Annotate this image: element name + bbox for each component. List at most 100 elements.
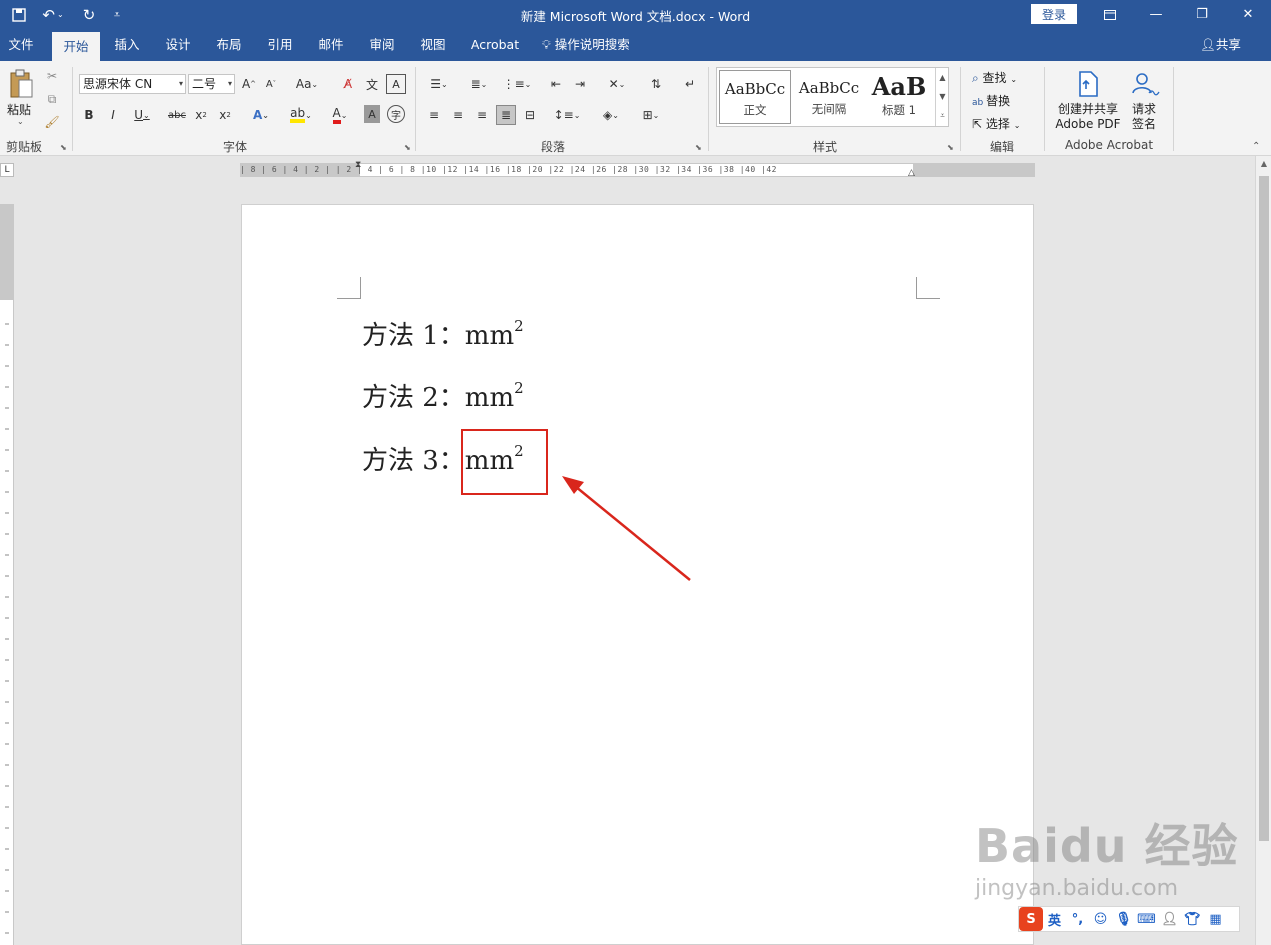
scroll-up-icon[interactable]: ▲ [1256,159,1271,168]
phonetic-guide-icon[interactable]: 文 [362,74,382,94]
indent-marker-icon[interactable]: ⧗ [355,160,361,170]
share-button[interactable]: 👤︎共享 [1200,29,1241,61]
styles-gallery: AaBbCc 正文 AaBbCc 无间隔 AaB 标题 1 ▲ ▼ ⩡ [716,67,949,127]
vertical-scrollbar[interactable]: ▲ [1255,156,1271,945]
decrease-indent-icon[interactable]: ⇤ [546,74,566,94]
shrink-font-icon[interactable]: Aˇ [262,74,280,94]
ime-mode-toggle[interactable]: 英 [1043,907,1066,931]
increase-indent-icon[interactable]: ⇥ [570,74,590,94]
chinese-layout-icon[interactable]: ✕ ⌄ [602,74,632,94]
style-heading-1[interactable]: AaB 标题 1 [863,70,935,124]
document-line-2[interactable]: 方法 2：mm2 [362,377,524,414]
superscript-icon[interactable]: x2 [216,105,234,125]
find-button[interactable]: ⌕ 查找 ⌄ [972,69,1017,86]
text-effects-icon[interactable]: A ⌄ [246,105,276,125]
bold-icon[interactable]: B [80,105,98,125]
tab-mailings[interactable]: 邮件 [308,29,354,61]
grow-font-icon[interactable]: A ^ [240,74,258,94]
keyboard-icon[interactable]: ⌨ [1135,907,1158,931]
punctuation-icon[interactable]: °, [1066,907,1089,931]
vertical-ruler[interactable] [0,204,14,945]
ribbon-display-options-icon[interactable] [1087,0,1133,29]
tab-acrobat[interactable]: Acrobat [462,29,528,61]
sogou-logo-icon[interactable]: S [1019,907,1043,931]
sort-icon[interactable]: ⇅ [646,74,666,94]
styles-launcher-icon[interactable]: ⬊ [947,143,954,152]
tab-layout[interactable]: 布局 [206,29,252,61]
document-line-1[interactable]: 方法 1：mm2 [362,315,524,352]
style-normal[interactable]: AaBbCc 正文 [719,70,791,124]
customize-qat-icon[interactable]: ⩡ [104,0,130,29]
user-icon[interactable]: 👤︎ [1158,907,1181,931]
tell-me-search[interactable]: 💡︎ 操作说明搜索 [542,29,654,61]
distributed-icon[interactable]: ⊟ [520,105,540,125]
tab-insert[interactable]: 插入 [104,29,150,61]
format-painter-icon[interactable]: 🖌︎ [44,113,60,131]
collapse-ribbon-icon[interactable]: ⌃ [1252,141,1260,152]
italic-icon[interactable]: I [104,105,122,125]
clipboard-launcher-icon[interactable]: ⬊ [60,143,67,152]
document-page[interactable]: 方法 1：mm2 方法 2：mm2 方法 3：mm2 [241,204,1034,945]
right-indent-marker-icon[interactable]: △ [908,168,915,178]
close-icon[interactable]: ✕ [1225,0,1271,29]
copy-icon[interactable]: ⧉ [44,90,60,108]
enclose-characters-icon[interactable]: 字 [387,105,405,123]
numbering-icon[interactable]: ≣ ⌄ [464,74,494,94]
save-icon[interactable] [6,0,32,29]
replace-icon: ab [972,98,987,108]
microphone-icon[interactable]: 🎙︎ [1112,907,1135,931]
paste-button[interactable]: 粘贴 [7,101,31,118]
select-button[interactable]: ⇱ 选择 ⌄ [972,115,1020,132]
redo-icon[interactable]: ↻ [76,0,102,29]
tab-file[interactable]: 文件 [0,29,42,61]
multilevel-list-icon[interactable]: ⋮≡ ⌄ [502,74,532,94]
font-name-select[interactable]: 思源宋体 CN ▾ [79,74,186,94]
tab-view[interactable]: 视图 [410,29,456,61]
undo-icon[interactable]: ↶ ⌄ [36,0,70,29]
align-center-icon[interactable]: ≡ [448,105,468,125]
tab-home[interactable]: 开始 [52,32,100,61]
strikethrough-icon[interactable]: abc [166,105,188,125]
show-marks-icon[interactable]: ↵ [680,74,700,94]
restore-icon[interactable]: ❐ [1179,0,1225,29]
bullets-icon[interactable]: ☰ ⌄ [424,74,454,94]
tab-selector-icon[interactable]: L [0,163,14,177]
paste-icon[interactable] [6,67,36,101]
align-right-icon[interactable]: ≡ [472,105,492,125]
login-button[interactable]: 登录 [1031,4,1077,24]
change-case-icon[interactable]: Aa ⌄ [292,74,322,94]
styles-scroll[interactable]: ▲ ▼ ⩡ [935,68,949,126]
shading-icon[interactable]: ◈ ⌄ [596,105,626,125]
subscript-icon[interactable]: x2 [192,105,210,125]
underline-icon[interactable]: U ⌄ [128,105,156,125]
character-border-icon[interactable]: A [386,74,406,94]
font-size-select[interactable]: 二号 ▾ [188,74,235,94]
clear-formatting-icon[interactable]: A̸ [338,74,358,94]
character-shading-icon[interactable]: A [364,105,380,123]
line-spacing-icon[interactable]: ↕≡ ⌄ [552,105,582,125]
watermark-url: jingyan.baidu.com [975,876,1179,901]
horizontal-ruler[interactable]: | 8 | 6 | 4 | 2 | | 2 | 4 | 6 | 8 |10 |1… [240,160,1035,178]
style-no-spacing[interactable]: AaBbCc 无间隔 [793,70,865,124]
skin-icon[interactable]: 👕︎ [1181,907,1204,931]
minimize-icon[interactable]: — [1133,0,1179,29]
scrollbar-thumb[interactable] [1259,176,1269,841]
group-divider [415,67,416,151]
cut-icon[interactable]: ✂ [44,67,60,85]
borders-icon[interactable]: ⊞ ⌄ [636,105,666,125]
tab-design[interactable]: 设计 [154,29,202,61]
create-share-pdf-button[interactable]: 创建并共享 Adobe PDF [1052,102,1124,132]
emoji-icon[interactable]: ☺ [1089,907,1112,931]
font-color-icon[interactable]: A ⌄ [324,105,356,125]
justify-icon[interactable]: ≣ [496,105,516,125]
paste-dropdown-icon[interactable]: ⌄ [17,117,24,126]
request-signature-button[interactable]: 请求 签名 [1126,102,1162,132]
align-left-icon[interactable]: ≡ [424,105,444,125]
replace-button[interactable]: ab 替换 [972,92,1010,109]
tab-references[interactable]: 引用 [256,29,304,61]
paragraph-launcher-icon[interactable]: ⬊ [695,143,702,152]
tab-review[interactable]: 审阅 [358,29,406,61]
font-launcher-icon[interactable]: ⬊ [404,143,411,152]
toolbox-icon[interactable]: ▦ [1204,907,1227,931]
highlight-color-icon[interactable]: ab ⌄ [284,105,318,125]
